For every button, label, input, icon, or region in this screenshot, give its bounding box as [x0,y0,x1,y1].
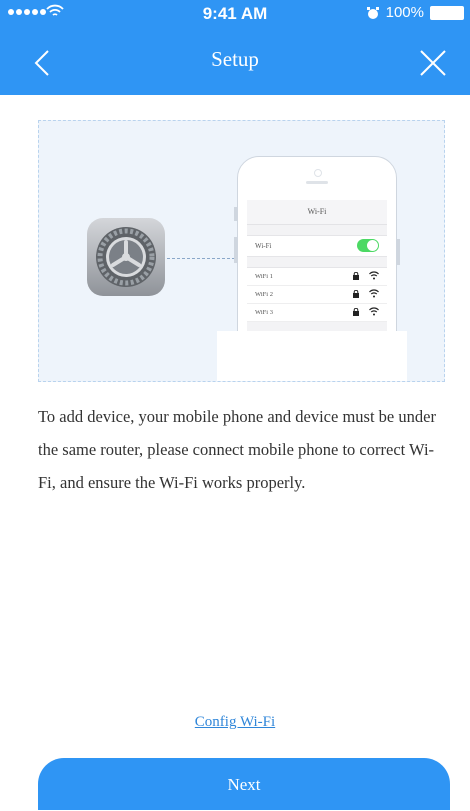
lock-icon [353,290,359,298]
network-row: WiFi 2 [247,286,387,304]
battery-icon [430,5,464,20]
network-name: WiFi 3 [255,309,273,316]
lock-icon [353,308,359,316]
config-wifi-link[interactable]: Config Wi-Fi [0,714,470,731]
connection-line [167,258,235,259]
lock-icon [353,272,359,280]
alarm-icon [366,6,379,19]
setup-illustration: Wi-Fi Wi-Fi WiFi 1 WiFi 2 WiFi 3 [38,120,445,382]
status-bar: 9:41 AM 100% [0,0,470,28]
battery-indicator: 100% [366,4,464,21]
wifi-toggle-label: Wi-Fi [255,242,272,250]
network-name: WiFi 1 [255,273,273,280]
screen-title: Wi-Fi [247,200,387,225]
top-bar: 9:41 AM 100% Setup [0,0,470,95]
network-name: WiFi 2 [255,291,273,298]
close-icon[interactable] [418,48,448,78]
wifi-toggle-row: Wi-Fi [247,235,387,257]
network-row: WiFi 3 [247,304,387,322]
nav-bar: Setup [0,28,470,94]
settings-gear-icon [87,218,165,296]
next-button[interactable]: Next [38,758,450,810]
wifi-icon [369,289,379,298]
instructions-text: To add device, your mobile phone and dev… [38,407,436,492]
network-row: WiFi 1 [247,268,387,286]
battery-percent: 100% [385,4,424,21]
wifi-icon [369,271,379,280]
toggle-icon [357,239,379,252]
network-list: WiFi 1 WiFi 2 WiFi 3 [247,267,387,322]
page-title: Setup [211,47,259,71]
wifi-icon [369,307,379,316]
